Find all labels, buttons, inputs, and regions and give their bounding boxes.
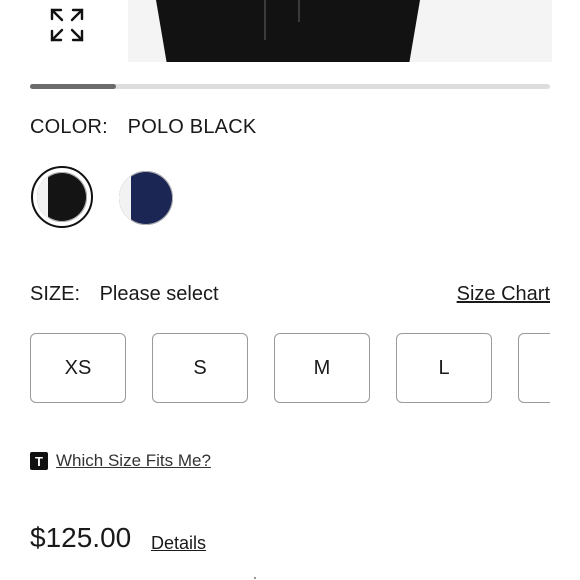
color-row: COLOR: POLO BLACK (30, 116, 256, 139)
product-photo-pants (156, 0, 420, 62)
which-size-fits-link[interactable]: Which Size Fits Me? (56, 451, 211, 471)
color-label: COLOR: (30, 116, 108, 138)
color-swatch-navy[interactable] (116, 166, 178, 228)
swatch-highlight (119, 171, 131, 225)
drawcord-left (264, 0, 266, 40)
size-option-s[interactable]: S (152, 333, 248, 403)
size-chart-link[interactable]: Size Chart (457, 283, 550, 306)
t-brand-icon: T (30, 452, 48, 470)
size-value: Please select (99, 283, 219, 305)
size-option-partial[interactable] (518, 333, 550, 403)
price: $125.00 (30, 522, 132, 553)
selected-color-name: POLO BLACK (127, 116, 257, 138)
scroll-hint-mark (254, 577, 256, 579)
swatch-highlight (37, 172, 48, 222)
size-row: SIZE: Please select (30, 283, 219, 306)
size-option-m[interactable]: M (274, 333, 370, 403)
expand-arrows-icon[interactable] (48, 6, 86, 44)
swatch-fill (119, 171, 173, 225)
color-swatch-polo-black[interactable] (31, 166, 93, 228)
size-label: SIZE: (30, 283, 81, 305)
gallery-progress-fill (30, 84, 116, 89)
fit-helper: T Which Size Fits Me? (30, 451, 211, 471)
gallery-progress-track (30, 84, 550, 89)
size-option-xs[interactable]: XS (30, 333, 126, 403)
drawcord-right (298, 0, 300, 22)
details-link[interactable]: Details (151, 533, 206, 554)
product-image[interactable] (0, 0, 580, 62)
size-options-overflow (518, 333, 550, 403)
swatch-fill (37, 172, 87, 222)
size-option-l[interactable]: L (396, 333, 492, 403)
